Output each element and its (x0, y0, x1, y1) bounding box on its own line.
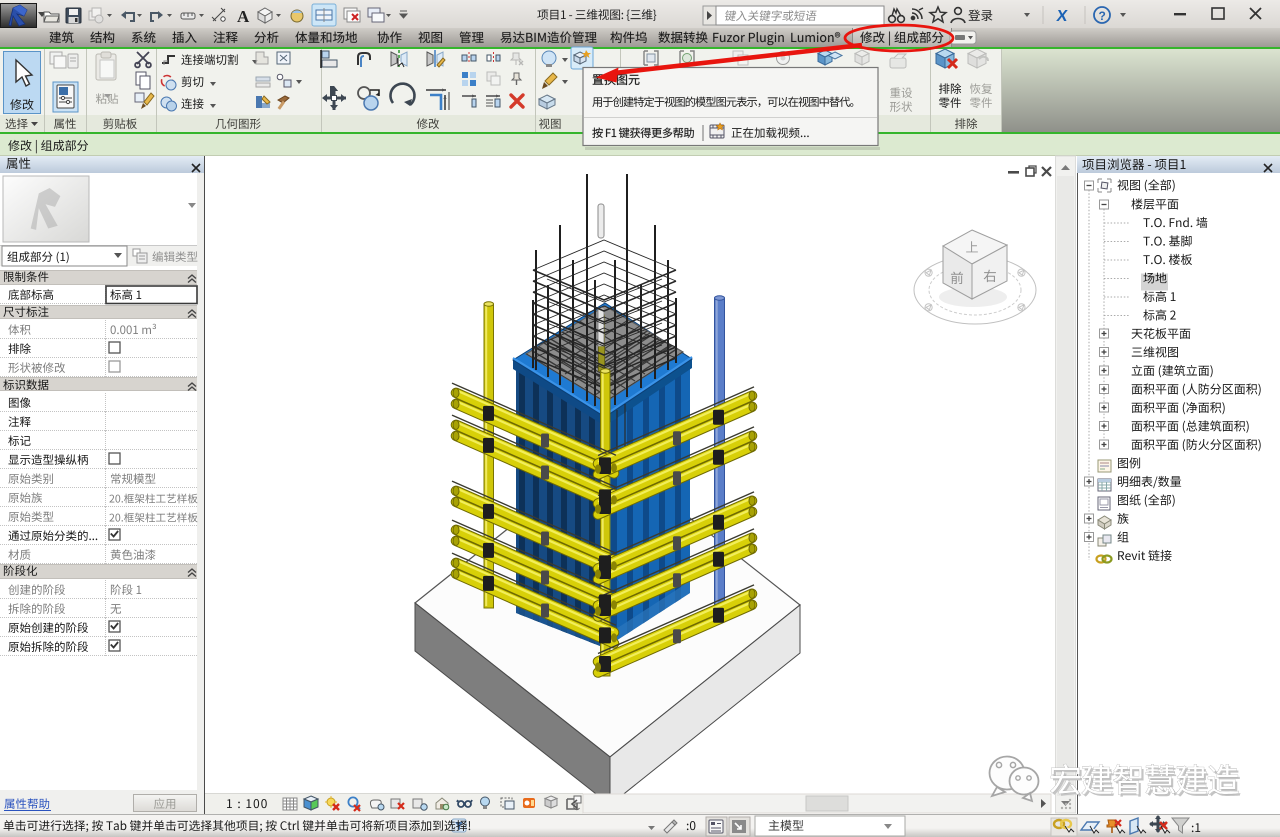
svg-text:A: A (237, 7, 250, 26)
svg-text:?: ? (1099, 9, 1106, 23)
svg-text:X: X (1055, 7, 1068, 25)
